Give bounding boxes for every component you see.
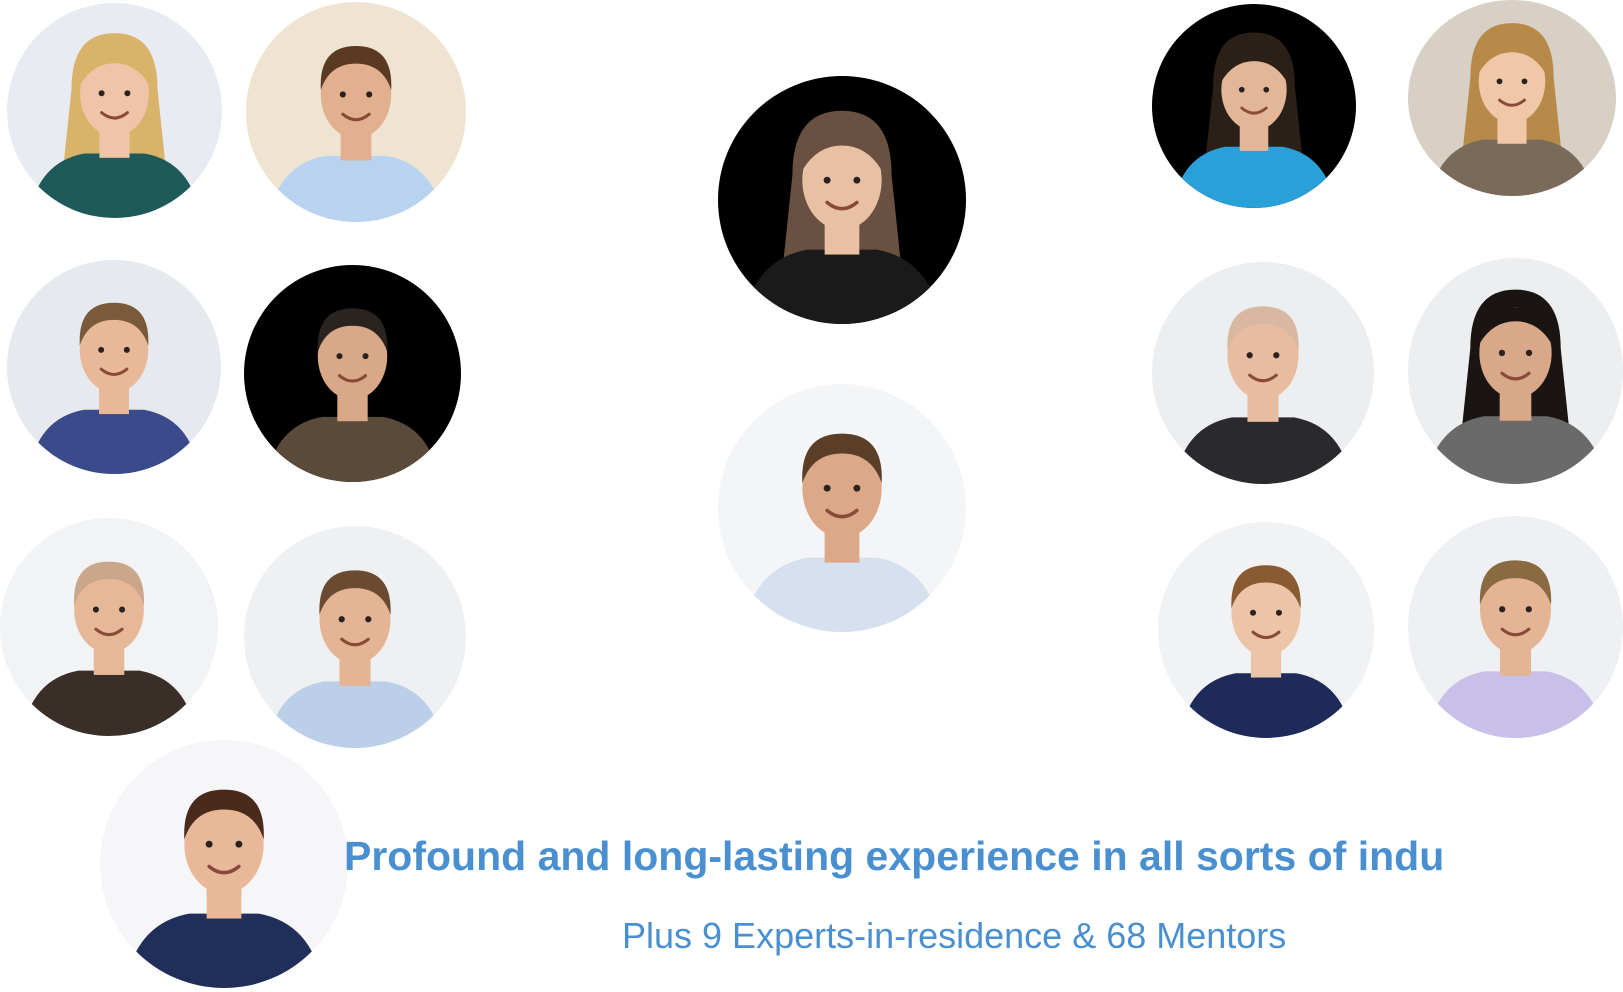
team-member-photo bbox=[1152, 262, 1374, 484]
headline-text: Profound and long-lasting experience in … bbox=[344, 833, 1445, 879]
portrait-illustration bbox=[0, 518, 218, 736]
team-member-photo bbox=[1408, 258, 1623, 484]
team-member-photo bbox=[246, 2, 466, 222]
portrait-illustration bbox=[718, 384, 966, 632]
team-member-photo bbox=[100, 740, 348, 988]
portrait-illustration bbox=[1408, 516, 1623, 738]
portrait-illustration bbox=[1408, 0, 1616, 196]
portrait-illustration bbox=[1408, 258, 1623, 484]
team-member-photo bbox=[244, 265, 461, 482]
subline-text: Plus 9 Experts-in-residence & 68 Mentors bbox=[622, 915, 1287, 956]
team-member-photo bbox=[1158, 522, 1374, 738]
team-member-photo bbox=[1152, 4, 1356, 208]
team-member-photo bbox=[1408, 0, 1616, 196]
portrait-illustration bbox=[7, 260, 221, 474]
portrait-illustration bbox=[1158, 522, 1374, 738]
portrait-illustration bbox=[1152, 262, 1374, 484]
team-member-photo bbox=[718, 384, 966, 632]
portrait-illustration bbox=[246, 2, 466, 222]
portrait-illustration bbox=[100, 740, 348, 988]
portrait-illustration bbox=[244, 265, 461, 482]
team-member-photo bbox=[7, 3, 222, 218]
portrait-illustration bbox=[1152, 4, 1356, 208]
team-collage: Profound and long-lasting experience in … bbox=[0, 0, 1623, 992]
team-member-photo bbox=[1408, 516, 1623, 738]
portrait-illustration bbox=[718, 76, 966, 324]
team-member-photo bbox=[244, 526, 466, 748]
portrait-illustration bbox=[244, 526, 466, 748]
team-member-photo bbox=[7, 260, 221, 474]
team-member-photo bbox=[0, 518, 218, 736]
portrait-illustration bbox=[7, 3, 222, 218]
team-member-photo bbox=[718, 76, 966, 324]
